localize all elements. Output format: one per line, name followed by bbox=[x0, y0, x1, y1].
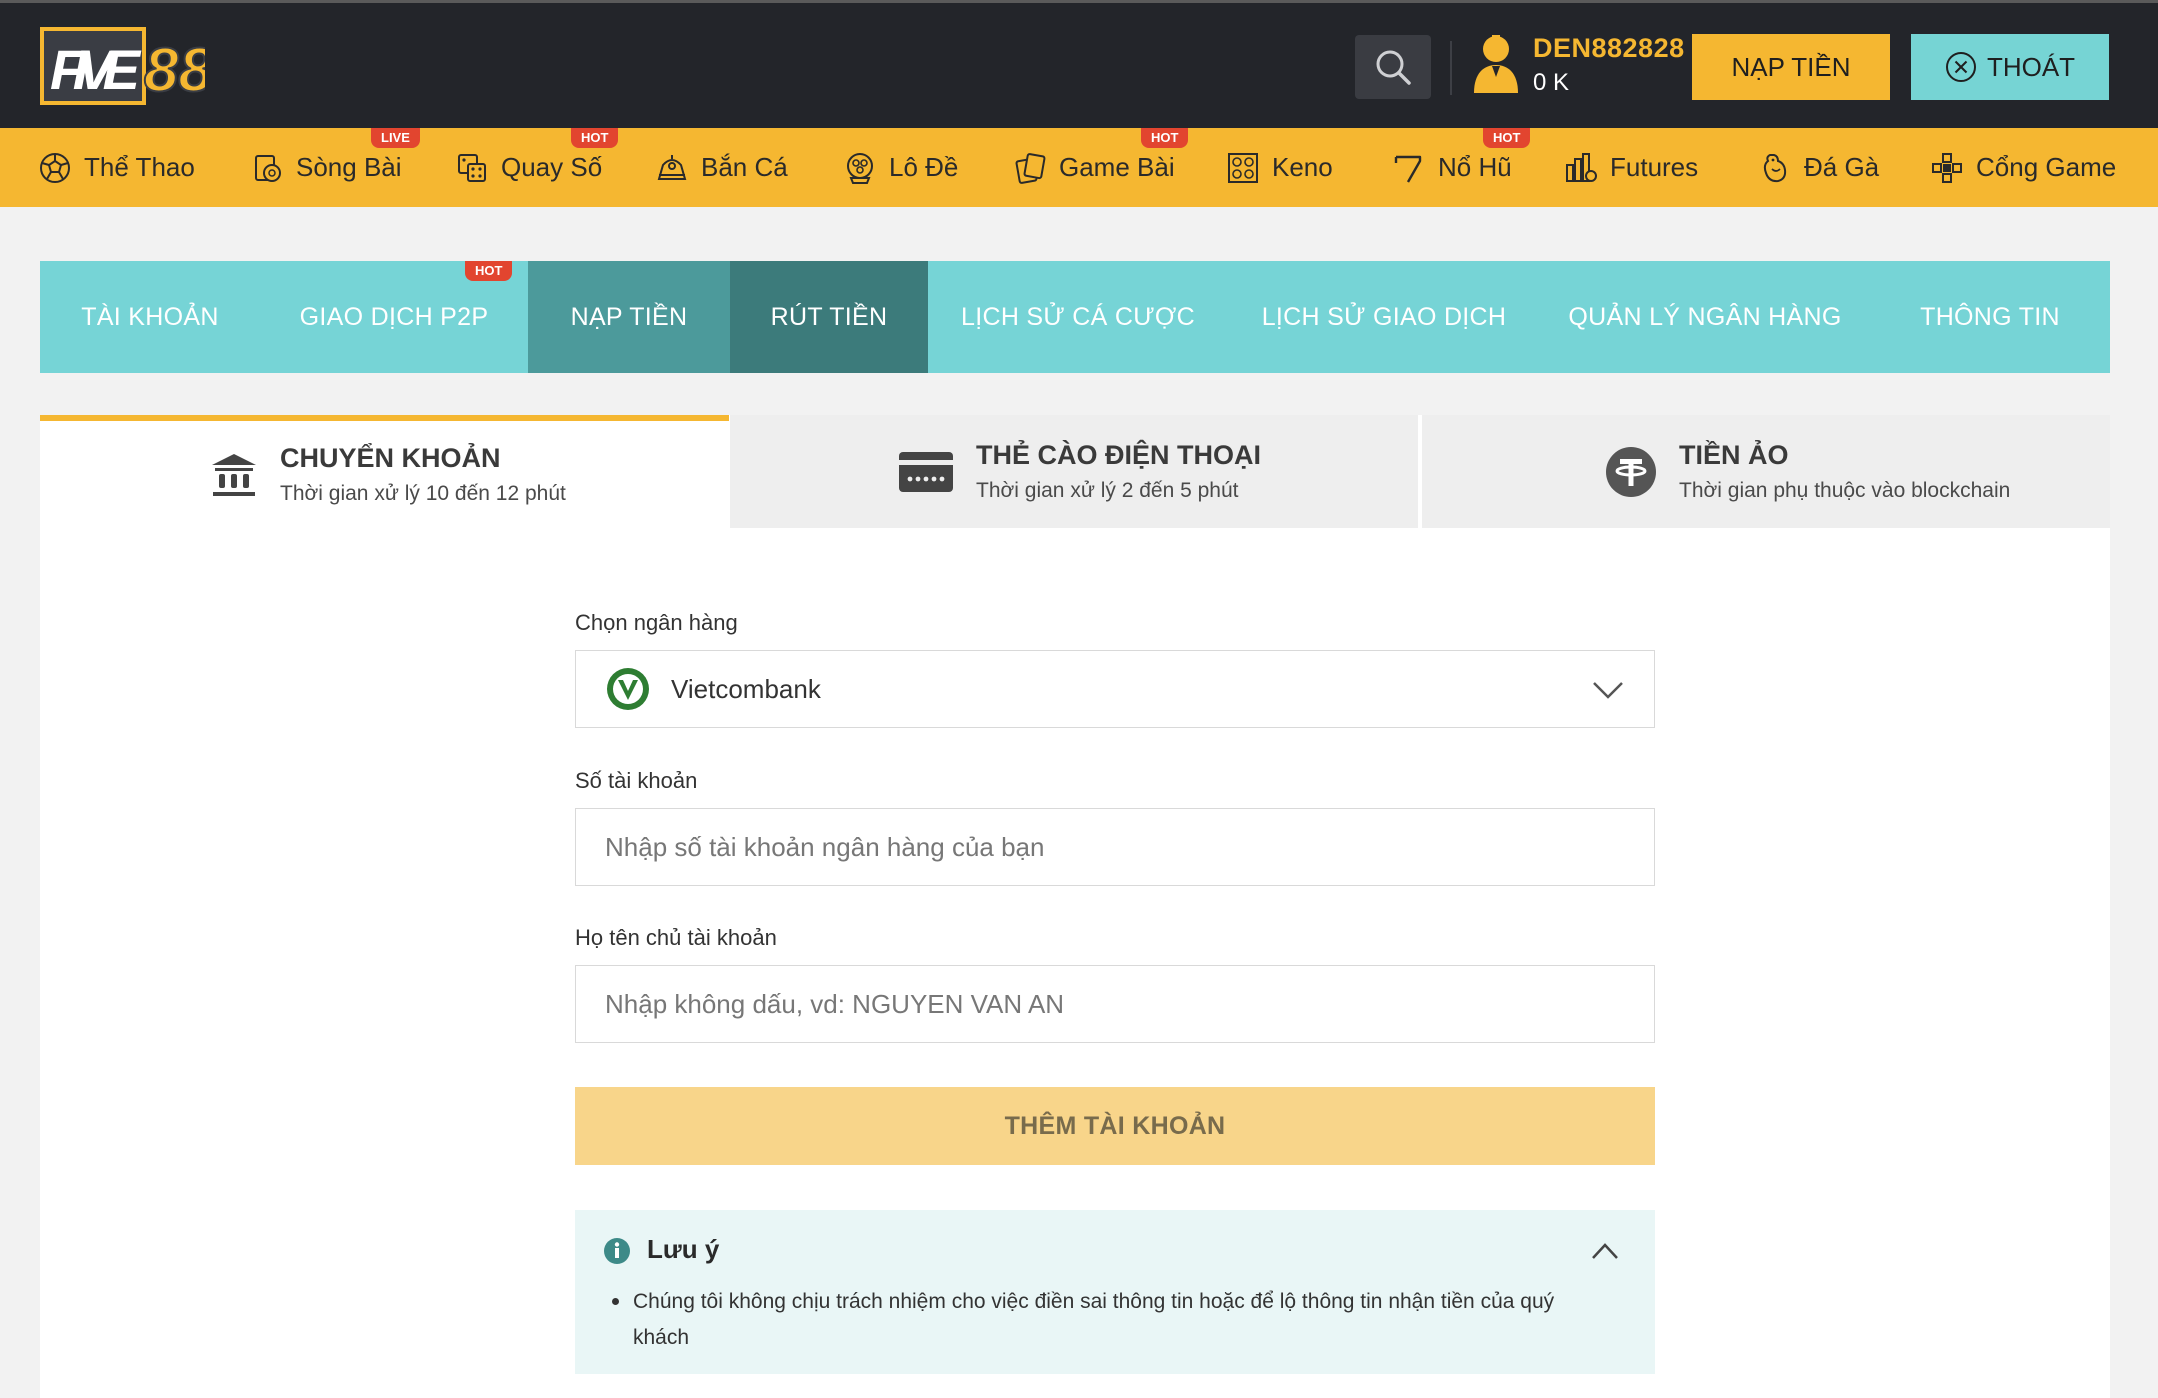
note-text: Chúng tôi không chịu trách nhiệm cho việ… bbox=[633, 1290, 1555, 1349]
nav-label: Nổ Hũ bbox=[1438, 152, 1512, 182]
nav-label: Đá Gà bbox=[1804, 152, 1880, 182]
bank-icon bbox=[212, 453, 256, 496]
cards-icon bbox=[1015, 152, 1046, 184]
hot-badge: HOT bbox=[1141, 128, 1189, 148]
nav-label: Sòng Bài bbox=[296, 152, 402, 182]
add-account-button[interactable]: THÊM TÀI KHOẢN bbox=[575, 1087, 1655, 1165]
tab-label: LỊCH SỬ CÁ CƯỢC bbox=[961, 302, 1195, 331]
tab-lich-su-ca-cuoc[interactable]: LỊCH SỬ CÁ CƯỢC bbox=[928, 261, 1228, 373]
account-tabs: TÀI KHOẢN GIAO DỊCH P2P NẠP TIỀN RÚT TIỀ… bbox=[40, 261, 2110, 373]
method-title: TIỀN ẢO bbox=[1679, 440, 1789, 470]
add-account-label: THÊM TÀI KHOẢN bbox=[1004, 1111, 1226, 1140]
hot-badge: HOT bbox=[1483, 128, 1531, 148]
vietcombank-logo-icon bbox=[607, 668, 649, 710]
gamepad-icon bbox=[1932, 152, 1962, 183]
hot-badge: HOT bbox=[465, 261, 513, 281]
note-title: Lưu ý bbox=[647, 1234, 720, 1264]
method-subtitle: Thời gian phụ thuộc vào blockchain bbox=[1679, 479, 2011, 502]
account-number-placeholder: Nhập số tài khoản ngân hàng của bạn bbox=[605, 831, 1045, 862]
note-box: Lưu ý Chúng tôi không chịu trách nhiệm c… bbox=[575, 1210, 1655, 1374]
info-icon bbox=[604, 1238, 630, 1264]
nav-item-da-ga[interactable]: Đá Gà bbox=[1758, 128, 1879, 207]
nav-label: Futures bbox=[1610, 152, 1699, 182]
nav-label: Quay Số bbox=[501, 152, 603, 182]
deposit-panel: CHUYỂN KHOẢN Thời gian xử lý 10 đến 12 p… bbox=[40, 415, 2110, 1398]
method-subtitle: Thời gian xử lý 10 đến 12 phút bbox=[280, 482, 566, 505]
lottery-ball-icon bbox=[847, 152, 873, 184]
method-tab-crypto[interactable]: TIỀN ẢO Thời gian phụ thuộc vào blockcha… bbox=[1422, 415, 2110, 528]
header-deposit-label: NẠP TIỀN bbox=[1731, 51, 1851, 82]
method-tab-bank-transfer[interactable]: CHUYỂN KHOẢN Thời gian xử lý 10 đến 12 p… bbox=[40, 415, 729, 528]
bank-select[interactable]: Vietcombank bbox=[575, 650, 1655, 728]
fish-shooter-icon bbox=[657, 154, 687, 180]
method-title: CHUYỂN KHOẢN bbox=[280, 443, 501, 473]
live-badge: LIVE bbox=[371, 128, 420, 148]
tab-tai-khoan[interactable]: TÀI KHOẢN bbox=[40, 261, 260, 373]
logout-button[interactable]: THOÁT bbox=[1911, 34, 2109, 100]
search-icon bbox=[1376, 50, 1411, 85]
slot-seven-icon bbox=[1394, 155, 1422, 183]
tab-label: THÔNG TIN bbox=[1920, 302, 2060, 331]
soccer-ball-icon bbox=[40, 152, 70, 183]
nav-item-cong-game[interactable]: Cổng Game bbox=[1930, 128, 2116, 207]
tab-label: TÀI KHOẢN bbox=[81, 302, 219, 331]
rooster-icon bbox=[1763, 153, 1787, 182]
tab-label: GIAO DỊCH P2P bbox=[299, 302, 489, 331]
logout-label: THOÁT bbox=[1986, 51, 2076, 82]
bar-chart-icon bbox=[1566, 152, 1597, 182]
dice-icon bbox=[458, 153, 486, 182]
close-circle-icon bbox=[1945, 52, 1976, 82]
tab-label: NẠP TIỀN bbox=[570, 302, 688, 331]
method-subtitle: Thời gian xử lý 2 đến 5 phút bbox=[976, 479, 1239, 502]
tab-label: QUẢN LÝ NGÂN HÀNG bbox=[1568, 302, 1842, 331]
user-avatar-icon bbox=[1474, 35, 1518, 93]
nav-label: Game Bài bbox=[1059, 152, 1175, 182]
nav-label: Lô Đề bbox=[889, 152, 959, 182]
method-tab-phone-card[interactable]: THẺ CÀO ĐIỆN THOẠI Thời gian xử lý 2 đến… bbox=[730, 415, 1418, 528]
bank-select-value: Vietcombank bbox=[671, 673, 821, 704]
username: DEN882828 bbox=[1533, 33, 1685, 63]
casino-chip-icon bbox=[255, 154, 281, 182]
method-title: THẺ CÀO ĐIỆN THOẠI bbox=[976, 440, 1262, 470]
tab-label: RÚT TIỀN bbox=[770, 302, 888, 331]
tab-rut-tien[interactable]: RÚT TIỀN bbox=[730, 261, 928, 373]
tab-nap-tien[interactable]: NẠP TIỀN bbox=[528, 261, 730, 373]
svg-text:88: 88 bbox=[144, 36, 205, 105]
keno-grid-icon bbox=[1228, 152, 1258, 183]
nav-label: Bắn Cá bbox=[701, 152, 788, 182]
bank-select-label: Chọn ngân hàng bbox=[575, 610, 738, 635]
nav-item-futures[interactable]: Futures bbox=[1564, 128, 1698, 207]
nav-item-the-thao[interactable]: Thể Thao bbox=[38, 128, 195, 207]
tab-lich-su-giao-dich[interactable]: LỊCH SỬ GIAO DỊCH bbox=[1228, 261, 1540, 373]
header-deposit-button[interactable]: NẠP TIỀN bbox=[1692, 34, 1890, 100]
chevron-up-icon[interactable] bbox=[1591, 1242, 1619, 1260]
account-number-label: Số tài khoản bbox=[575, 768, 698, 793]
balance: 0 K bbox=[1533, 69, 1570, 96]
main-nav: Thể Thao Sòng Bài LIVE Quay Số HOT Bắn C… bbox=[0, 128, 2158, 207]
tab-label: LỊCH SỬ GIAO DỊCH bbox=[1261, 302, 1507, 331]
five88-logo[interactable]: FIVE 88 bbox=[40, 25, 214, 107]
account-number-input[interactable]: Nhập số tài khoản ngân hàng của bạn bbox=[575, 808, 1655, 886]
account-name-input[interactable]: Nhập không dấu, vd: NGUYEN VAN AN bbox=[575, 965, 1655, 1043]
nav-label: Keno bbox=[1272, 152, 1333, 182]
note-bullet bbox=[612, 1298, 619, 1305]
nav-item-ban-ca[interactable]: Bắn Cá bbox=[655, 128, 788, 207]
nav-item-keno[interactable]: Keno bbox=[1226, 128, 1333, 207]
header-divider bbox=[1450, 41, 1452, 95]
hot-badge: HOT bbox=[571, 128, 619, 148]
svg-text:FIVE: FIVE bbox=[50, 38, 142, 101]
chevron-down-icon bbox=[1593, 682, 1623, 699]
tab-thong-tin[interactable]: THÔNG TIN bbox=[1870, 261, 2110, 373]
tether-icon bbox=[1606, 446, 1656, 497]
search-button[interactable] bbox=[1355, 35, 1431, 99]
account-name-placeholder: Nhập không dấu, vd: NGUYEN VAN AN bbox=[605, 988, 1065, 1019]
phone-card-icon bbox=[899, 451, 953, 492]
tab-quan-ly-ngan-hang[interactable]: QUẢN LÝ NGÂN HÀNG bbox=[1540, 261, 1870, 373]
nav-label: Thể Thao bbox=[84, 152, 195, 182]
nav-item-lo-de[interactable]: Lô Đề bbox=[843, 128, 958, 207]
top-header: FIVE 88 DEN882828 0 K NẠP TIỀN THOÁT bbox=[0, 0, 2158, 128]
nav-label: Cổng Game bbox=[1976, 152, 2117, 182]
account-name-label: Họ tên chủ tài khoản bbox=[575, 925, 777, 950]
